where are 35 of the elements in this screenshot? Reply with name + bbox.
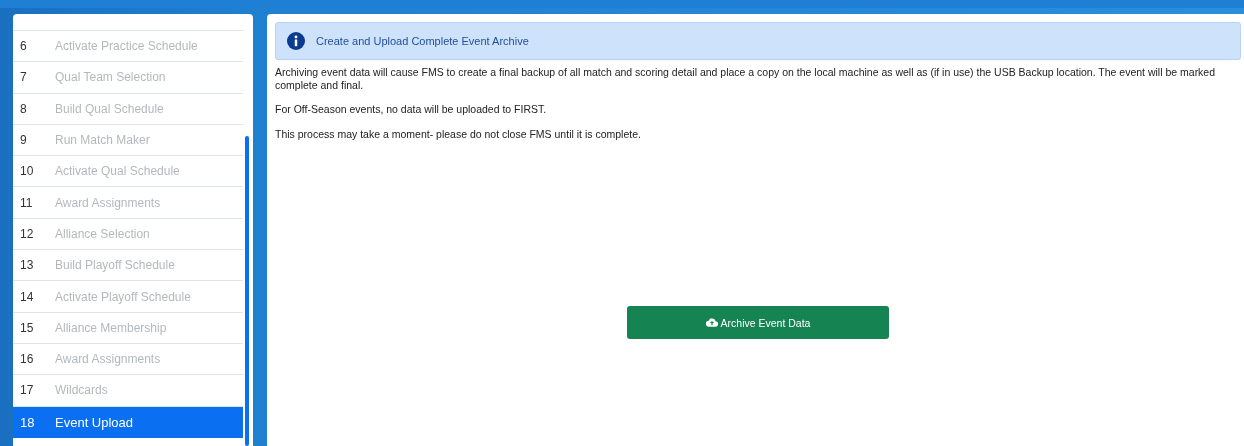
step-label: Run Match Maker bbox=[55, 133, 150, 148]
step-label: Wildcards bbox=[55, 383, 108, 398]
info-paragraph: Archiving event data will cause FMS to create a final backup of all match and scoring detail and place a copy on the local machine as well as (if in use) the USB Backup location. The event will be marked complete and final. bbox=[275, 66, 1217, 92]
step-number: 12 bbox=[19, 226, 35, 241]
info-icon bbox=[287, 32, 305, 50]
sidebar-item[interactable]: 18 Event Upload bbox=[13, 406, 243, 438]
info-paragraph: This process may take a moment- please do not close FMS until it is complete. bbox=[275, 127, 642, 141]
step-number: 16 bbox=[19, 352, 35, 367]
step-label: Alliance Membership bbox=[55, 320, 167, 335]
step-label: Build Playoff Schedule bbox=[55, 258, 175, 273]
scrollbar-thumb[interactable] bbox=[245, 136, 249, 446]
step-number: 14 bbox=[19, 289, 35, 304]
step-label: Award Assignments bbox=[55, 195, 161, 210]
step-label: Qual Team Selection bbox=[55, 70, 166, 85]
step-number: 6 bbox=[19, 39, 28, 54]
archive-button[interactable]: Archive Event Data bbox=[627, 306, 889, 340]
step-number: 8 bbox=[19, 101, 28, 116]
step-label: Build Qual Schedule bbox=[55, 101, 164, 116]
alert-title: Create and Upload Complete Event Archive bbox=[316, 35, 529, 47]
step-label: Event Upload bbox=[55, 414, 134, 430]
step-number: 9 bbox=[19, 133, 28, 148]
step-number: 11 bbox=[19, 195, 34, 210]
step-number: 10 bbox=[19, 164, 35, 179]
step-label: Activate Qual Schedule bbox=[55, 164, 180, 179]
step-number: 18 bbox=[19, 414, 36, 430]
info-paragraph: For Off-Season events, no data will be uploaded to FIRST. bbox=[275, 103, 548, 116]
step-number: 13 bbox=[19, 258, 35, 273]
step-label: Activate Playoff Schedule bbox=[55, 289, 191, 304]
step-label: Activate Practice Schedule bbox=[55, 39, 198, 54]
step-label: Award Assignments bbox=[55, 352, 161, 367]
step-label: Alliance Selection bbox=[55, 226, 150, 241]
cloud-upload-icon bbox=[705, 318, 718, 328]
step-number: 17 bbox=[19, 383, 35, 398]
step-number: 7 bbox=[19, 70, 28, 85]
step-number: 15 bbox=[19, 320, 35, 335]
